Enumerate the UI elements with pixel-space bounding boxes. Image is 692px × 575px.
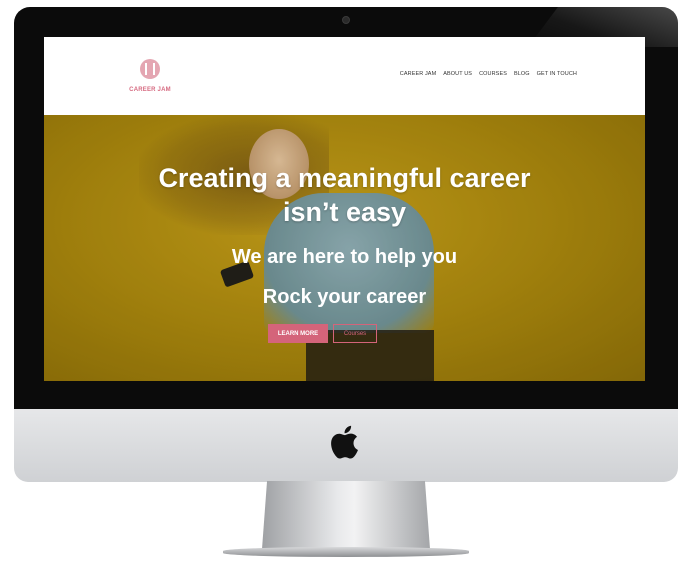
hero-section: Creating a meaningful career isn’t easy … <box>44 115 645 381</box>
camera-icon <box>342 16 350 24</box>
main-nav: CAREER JAM ABOUT US COURSES BLOG GET IN … <box>400 71 577 77</box>
nav-item-career-jam[interactable]: CAREER JAM <box>400 71 436 77</box>
learn-more-button[interactable]: LEARN MORE <box>268 324 328 343</box>
courses-button[interactable]: Courses <box>333 324 377 343</box>
hero-title: Creating a meaningful career isn’t easy <box>44 161 645 229</box>
hero-title-line-2: isn’t easy <box>282 197 407 227</box>
hero-subtitle-2: Rock your career <box>262 286 427 308</box>
hero-title-line-1: Creating a meaningful career <box>158 163 531 193</box>
nav-item-blog[interactable]: BLOG <box>514 71 530 77</box>
logo-text: CAREER JAM <box>129 87 171 93</box>
site-logo[interactable]: CAREER JAM <box>129 59 171 99</box>
nav-item-get-in-touch[interactable]: GET IN TOUCH <box>537 71 577 77</box>
monitor-stand <box>262 481 430 549</box>
monitor-stand-base <box>223 547 469 557</box>
nav-item-courses[interactable]: COURSES <box>479 71 507 77</box>
nav-item-about-us[interactable]: ABOUT US <box>443 71 472 77</box>
hero-subtitle-1: We are here to help you <box>231 246 458 268</box>
monitor-screen: CAREER JAM CAREER JAM ABOUT US COURSES B… <box>44 37 645 381</box>
apple-icon <box>331 425 358 459</box>
hero-buttons: LEARN MORE Courses <box>44 324 645 343</box>
logo-icon <box>140 59 160 79</box>
site-header: CAREER JAM CAREER JAM ABOUT US COURSES B… <box>44 37 645 115</box>
